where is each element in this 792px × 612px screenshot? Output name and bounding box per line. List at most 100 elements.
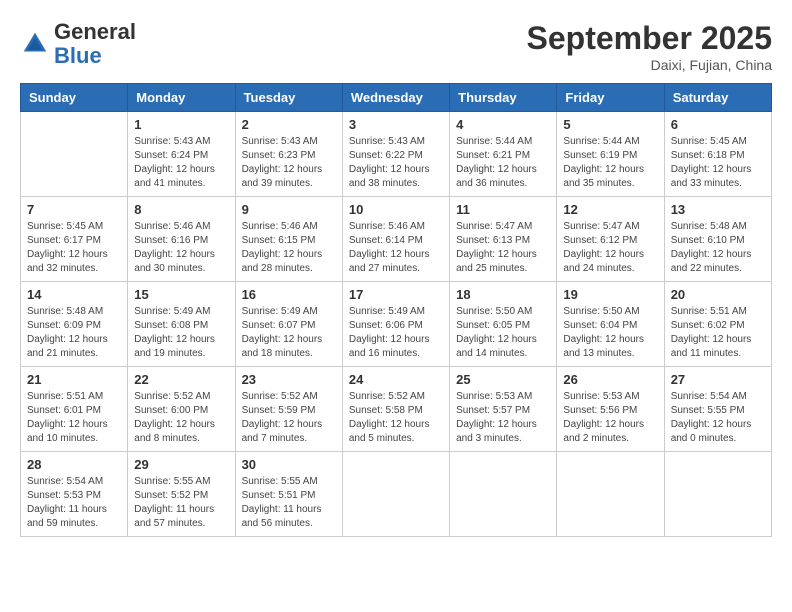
- day-number: 17: [349, 287, 443, 302]
- day-number: 8: [134, 202, 228, 217]
- calendar-cell: 12 Sunrise: 5:47 AM Sunset: 6:12 PM Dayli…: [557, 197, 664, 282]
- calendar-cell: 7 Sunrise: 5:45 AM Sunset: 6:17 PM Daylig…: [21, 197, 128, 282]
- day-info: Sunrise: 5:44 AM Sunset: 6:21 PM Dayligh…: [456, 135, 550, 191]
- day-info: Sunrise: 5:46 AM Sunset: 6:16 PM Dayligh…: [134, 220, 228, 276]
- calendar-cell: 20Sunrise: 5:51 AM Sunset: 6:02 PM Dayli…: [664, 282, 771, 367]
- weekday-header: Sunday: [21, 84, 128, 112]
- calendar-cell: 28 Sunrise: 5:54 AM Sunset: 5:53 PM Dayli…: [21, 452, 128, 537]
- calendar-cell: [450, 452, 557, 537]
- day-info: Sunrise: 5:55 AM Sunset: 5:52 PM Dayligh…: [134, 475, 228, 531]
- day-number: 3: [349, 117, 443, 132]
- day-number: 4: [456, 117, 550, 132]
- day-info: Sunrise: 5:50 AM Sunset: 6:05 PM Dayligh…: [456, 305, 550, 361]
- day-number: 2: [242, 117, 336, 132]
- weekday-header-row: SundayMondayTuesdayWednesdayThursdayFrid…: [21, 84, 772, 112]
- calendar-cell: 9 Sunrise: 5:46 AM Sunset: 6:15 PM Daylig…: [235, 197, 342, 282]
- day-info: Sunrise: 5:49 AM Sunset: 6:08 PM Dayligh…: [134, 305, 228, 361]
- day-info: Sunrise: 5:50 AM Sunset: 6:04 PM Dayligh…: [563, 305, 657, 361]
- calendar-cell: 19 Sunrise: 5:50 AM Sunset: 6:04 PM Dayli…: [557, 282, 664, 367]
- day-info: Sunrise: 5:46 AM Sunset: 6:14 PM Dayligh…: [349, 220, 443, 276]
- day-number: 5: [563, 117, 657, 132]
- day-number: 27: [671, 372, 765, 387]
- logo-blue: Blue: [54, 43, 102, 68]
- weekday-header: Wednesday: [342, 84, 449, 112]
- calendar-cell: 15 Sunrise: 5:49 AM Sunset: 6:08 PM Dayli…: [128, 282, 235, 367]
- calendar-cell: 3 Sunrise: 5:43 AM Sunset: 6:22 PM Daylig…: [342, 112, 449, 197]
- calendar-cell: 21 Sunrise: 5:51 AM Sunset: 6:01 PM Dayli…: [21, 367, 128, 452]
- day-info: Sunrise: 5:52 AM Sunset: 5:59 PM Dayligh…: [242, 390, 336, 446]
- calendar-cell: [21, 112, 128, 197]
- day-number: 7: [27, 202, 121, 217]
- weekday-header: Friday: [557, 84, 664, 112]
- day-number: 22: [134, 372, 228, 387]
- calendar-cell: 14 Sunrise: 5:48 AM Sunset: 6:09 PM Dayli…: [21, 282, 128, 367]
- location: Daixi, Fujian, China: [527, 57, 772, 73]
- calendar: SundayMondayTuesdayWednesdayThursdayFrid…: [20, 83, 772, 537]
- calendar-cell: [557, 452, 664, 537]
- calendar-cell: 25 Sunrise: 5:53 AM Sunset: 5:57 PM Dayli…: [450, 367, 557, 452]
- calendar-week-row: 7 Sunrise: 5:45 AM Sunset: 6:17 PM Daylig…: [21, 197, 772, 282]
- day-number: 30: [242, 457, 336, 472]
- calendar-cell: 16Sunrise: 5:49 AM Sunset: 6:07 PM Dayli…: [235, 282, 342, 367]
- page-header: General Blue September 2025 Daixi, Fujia…: [20, 20, 772, 73]
- day-number: 21: [27, 372, 121, 387]
- logo-text: General Blue: [54, 20, 136, 68]
- calendar-cell: 6 Sunrise: 5:45 AM Sunset: 6:18 PM Daylig…: [664, 112, 771, 197]
- weekday-header: Thursday: [450, 84, 557, 112]
- weekday-header: Monday: [128, 84, 235, 112]
- day-number: 29: [134, 457, 228, 472]
- day-info: Sunrise: 5:45 AM Sunset: 6:18 PM Dayligh…: [671, 135, 765, 191]
- day-info: Sunrise: 5:43 AM Sunset: 6:22 PM Dayligh…: [349, 135, 443, 191]
- day-number: 18: [456, 287, 550, 302]
- calendar-cell: 24 Sunrise: 5:52 AM Sunset: 5:58 PM Dayli…: [342, 367, 449, 452]
- day-info: Sunrise: 5:45 AM Sunset: 6:17 PM Dayligh…: [27, 220, 121, 276]
- day-info: Sunrise: 5:53 AM Sunset: 5:57 PM Dayligh…: [456, 390, 550, 446]
- day-info: Sunrise: 5:43 AM Sunset: 6:24 PM Dayligh…: [134, 135, 228, 191]
- day-number: 25: [456, 372, 550, 387]
- logo-general: General: [54, 19, 136, 44]
- day-number: 26: [563, 372, 657, 387]
- day-info: Sunrise: 5:55 AM Sunset: 5:51 PM Dayligh…: [242, 475, 336, 531]
- day-number: 6: [671, 117, 765, 132]
- day-info: Sunrise: 5:46 AM Sunset: 6:15 PM Dayligh…: [242, 220, 336, 276]
- day-number: 11: [456, 202, 550, 217]
- calendar-cell: 17 Sunrise: 5:49 AM Sunset: 6:06 PM Dayli…: [342, 282, 449, 367]
- logo-icon: [20, 29, 50, 59]
- day-info: Sunrise: 5:44 AM Sunset: 6:19 PM Dayligh…: [563, 135, 657, 191]
- calendar-cell: 29 Sunrise: 5:55 AM Sunset: 5:52 PM Dayli…: [128, 452, 235, 537]
- day-info: Sunrise: 5:48 AM Sunset: 6:09 PM Dayligh…: [27, 305, 121, 361]
- day-number: 9: [242, 202, 336, 217]
- day-info: Sunrise: 5:47 AM Sunset: 6:13 PM Dayligh…: [456, 220, 550, 276]
- day-info: Sunrise: 5:51 AM Sunset: 6:02 PM Dayligh…: [671, 305, 765, 361]
- day-info: Sunrise: 5:52 AM Sunset: 5:58 PM Dayligh…: [349, 390, 443, 446]
- day-number: 10: [349, 202, 443, 217]
- weekday-header: Saturday: [664, 84, 771, 112]
- calendar-week-row: 28 Sunrise: 5:54 AM Sunset: 5:53 PM Dayli…: [21, 452, 772, 537]
- calendar-cell: 13Sunrise: 5:48 AM Sunset: 6:10 PM Dayli…: [664, 197, 771, 282]
- day-info: Sunrise: 5:48 AM Sunset: 6:10 PM Dayligh…: [671, 220, 765, 276]
- day-info: Sunrise: 5:54 AM Sunset: 5:55 PM Dayligh…: [671, 390, 765, 446]
- day-info: Sunrise: 5:54 AM Sunset: 5:53 PM Dayligh…: [27, 475, 121, 531]
- calendar-cell: 30 Sunrise: 5:55 AM Sunset: 5:51 PM Dayli…: [235, 452, 342, 537]
- calendar-cell: 18 Sunrise: 5:50 AM Sunset: 6:05 PM Dayli…: [450, 282, 557, 367]
- calendar-cell: 27 Sunrise: 5:54 AM Sunset: 5:55 PM Dayli…: [664, 367, 771, 452]
- calendar-cell: 2Sunrise: 5:43 AM Sunset: 6:23 PM Daylig…: [235, 112, 342, 197]
- calendar-cell: 10 Sunrise: 5:46 AM Sunset: 6:14 PM Dayli…: [342, 197, 449, 282]
- day-number: 14: [27, 287, 121, 302]
- day-number: 12: [563, 202, 657, 217]
- day-number: 15: [134, 287, 228, 302]
- day-info: Sunrise: 5:49 AM Sunset: 6:06 PM Dayligh…: [349, 305, 443, 361]
- day-info: Sunrise: 5:47 AM Sunset: 6:12 PM Dayligh…: [563, 220, 657, 276]
- day-info: Sunrise: 5:51 AM Sunset: 6:01 PM Dayligh…: [27, 390, 121, 446]
- day-number: 28: [27, 457, 121, 472]
- calendar-cell: 11 Sunrise: 5:47 AM Sunset: 6:13 PM Dayli…: [450, 197, 557, 282]
- calendar-cell: 26Sunrise: 5:53 AM Sunset: 5:56 PM Dayli…: [557, 367, 664, 452]
- calendar-cell: 4 Sunrise: 5:44 AM Sunset: 6:21 PM Daylig…: [450, 112, 557, 197]
- day-number: 1: [134, 117, 228, 132]
- calendar-cell: 22Sunrise: 5:52 AM Sunset: 6:00 PM Dayli…: [128, 367, 235, 452]
- day-number: 19: [563, 287, 657, 302]
- day-number: 24: [349, 372, 443, 387]
- calendar-week-row: 21 Sunrise: 5:51 AM Sunset: 6:01 PM Dayli…: [21, 367, 772, 452]
- calendar-cell: 8 Sunrise: 5:46 AM Sunset: 6:16 PM Daylig…: [128, 197, 235, 282]
- calendar-cell: [664, 452, 771, 537]
